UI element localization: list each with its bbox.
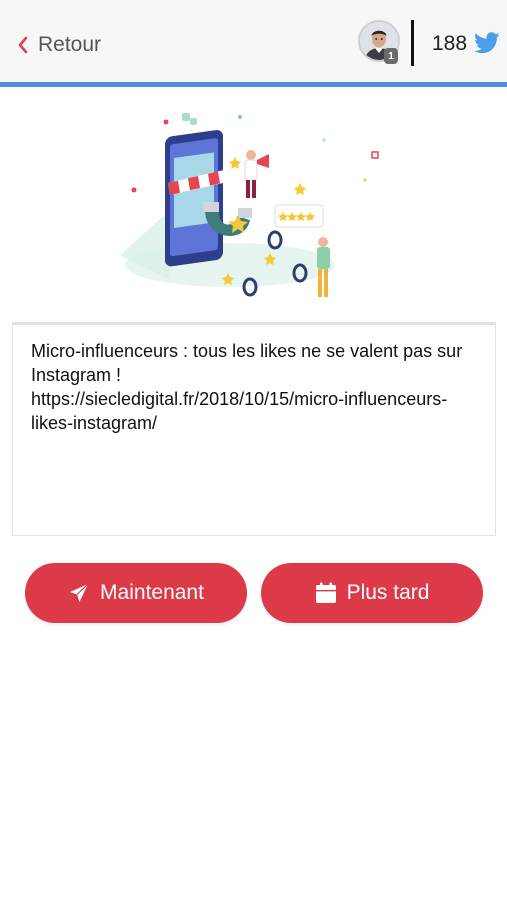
twitter-icon [474, 32, 500, 54]
remaining-count: 188 [432, 32, 468, 55]
top-bar-accent-line [0, 82, 507, 87]
schedule-later-button[interactable]: Plus tard [261, 563, 483, 623]
send-now-label: Maintenant [100, 581, 204, 604]
back-label: Retour [38, 33, 102, 56]
back-button[interactable]: Retour [14, 30, 101, 60]
paper-plane-icon [68, 582, 90, 604]
schedule-later-label: Plus tard [346, 581, 430, 604]
send-now-button[interactable]: Maintenant [25, 563, 247, 623]
account-count-badge: 1 [384, 48, 398, 64]
influencer-marketing-illustration [110, 105, 400, 310]
header-divider [411, 20, 414, 66]
tweet-text-area[interactable]: Micro-influenceurs : tous les likes ne s… [12, 322, 496, 536]
calendar-icon [315, 582, 337, 604]
chevron-left-icon [14, 33, 32, 57]
